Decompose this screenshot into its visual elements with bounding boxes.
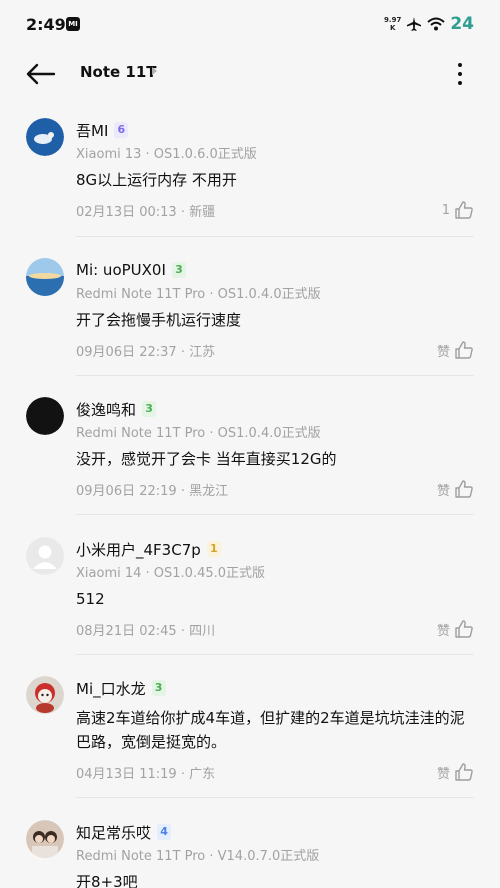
device-info: Redmi Note 11T Pro · OS1.0.4.0正式版 bbox=[76, 426, 321, 441]
level-badge: 1 bbox=[206, 541, 221, 557]
level-badge: 4 bbox=[157, 824, 172, 840]
comment-body: 知足常乐哎 4 Redmi Note 11T Pro · V14.0.7.0正式… bbox=[76, 820, 474, 888]
comment-text: 没开，感觉开了会卡 当年直接买12G的 bbox=[76, 450, 337, 468]
more-dot-icon bbox=[458, 63, 462, 67]
divider bbox=[76, 375, 474, 376]
divider bbox=[76, 514, 474, 515]
comment-body: 俊逸鸣和 3 Redmi Note 11T Pro · OS1.0.4.0正式版… bbox=[76, 397, 474, 499]
divider bbox=[76, 236, 474, 237]
like-button[interactable]: 赞 bbox=[437, 479, 474, 499]
comment-text: 512 bbox=[76, 590, 105, 608]
device-info: Redmi Note 11T Pro · V14.0.7.0正式版 bbox=[76, 849, 320, 864]
comment-body: 吾MI 6 Xiaomi 13 · OS1.0.6.0正式版 8G以上运行内存 … bbox=[76, 118, 474, 220]
arrow-left-icon bbox=[26, 63, 56, 85]
user-name[interactable]: 小米用户_4F3C7p bbox=[76, 539, 201, 560]
user-name[interactable]: 俊逸鸣和 bbox=[76, 399, 136, 420]
back-button[interactable] bbox=[24, 60, 58, 88]
divider bbox=[76, 797, 474, 798]
like-label: 赞 bbox=[436, 483, 450, 499]
airplane-icon bbox=[407, 17, 422, 31]
like-label: 赞 bbox=[436, 766, 450, 782]
thumbs-up-icon bbox=[455, 480, 473, 498]
status-bar: 2:49 MI 9.97 K 24 bbox=[0, 0, 500, 50]
user-name[interactable]: 吾MI bbox=[76, 120, 108, 141]
more-dot-icon bbox=[458, 81, 462, 85]
user-name[interactable]: Mi_口水龙 bbox=[76, 678, 146, 699]
divider bbox=[76, 654, 474, 655]
comment-text: 开8+3吧 bbox=[76, 873, 138, 888]
avatar-image bbox=[26, 258, 64, 296]
avatar[interactable] bbox=[26, 676, 64, 714]
comment-body: Mi_口水龙 3 高速2车道给你扩成4车道，但扩建的2车道是坑坑洼洼的泥巴路，宽… bbox=[76, 676, 474, 782]
avatar-image bbox=[26, 820, 64, 858]
level-badge: 3 bbox=[151, 680, 166, 696]
level-badge: 6 bbox=[114, 122, 129, 138]
user-line: 小米用户_4F3C7p 1 bbox=[76, 537, 474, 561]
device-info: Redmi Note 11T Pro · OS1.0.4.0正式版 bbox=[76, 287, 321, 302]
avatar[interactable] bbox=[26, 258, 64, 296]
comment-time-location: 09月06日 22:19 · 黑龙江 bbox=[76, 483, 229, 499]
comment-meta: 09月06日 22:37 · 江苏 赞 bbox=[76, 340, 474, 360]
user-line: Mi_口水龙 3 bbox=[76, 676, 474, 700]
comment-meta: 09月06日 22:19 · 黑龙江 赞 bbox=[76, 479, 474, 499]
status-time: 2:49 bbox=[26, 15, 66, 34]
like-button[interactable]: 赞 bbox=[437, 619, 474, 639]
default-avatar-icon bbox=[26, 537, 64, 575]
network-speed-value: 9.97 bbox=[384, 16, 402, 24]
user-line: 知足常乐哎 4 bbox=[76, 820, 474, 844]
comment-text: 高速2车道给你扩成4车道，但扩建的2车道是坑坑洼洼的泥巴路，宽倒是挺宽的。 bbox=[76, 709, 465, 751]
more-button[interactable] bbox=[450, 60, 470, 88]
avatar[interactable] bbox=[26, 397, 64, 435]
avatar-image bbox=[26, 676, 64, 714]
status-right: 9.97 K 24 bbox=[384, 14, 474, 34]
comment-text: 开了会拖慢手机运行速度 bbox=[76, 311, 242, 329]
like-button[interactable]: 1 bbox=[442, 200, 474, 220]
avatar[interactable] bbox=[26, 537, 64, 575]
thumbs-up-icon bbox=[455, 620, 473, 638]
user-name[interactable]: Mi: uoPUX0I bbox=[76, 261, 166, 279]
like-button[interactable]: 赞 bbox=[437, 340, 474, 360]
comment-body: Mi: uoPUX0I 3 Redmi Note 11T Pro · OS1.0… bbox=[76, 258, 474, 360]
page-header: Note 11T bbox=[0, 50, 500, 98]
user-line: 俊逸鸣和 3 bbox=[76, 397, 474, 421]
like-button[interactable]: 赞 bbox=[437, 762, 474, 782]
comment-meta: 02月13日 00:13 · 新疆 1 bbox=[76, 200, 474, 220]
network-speed-unit: K bbox=[389, 24, 396, 32]
thumbs-up-icon bbox=[455, 341, 473, 359]
comment-time-location: 04月13日 11:19 · 广东 bbox=[76, 766, 216, 782]
comment-time-location: 02月13日 00:13 · 新疆 bbox=[76, 204, 216, 220]
comment-time-location: 08月21日 02:45 · 四川 bbox=[76, 623, 216, 639]
level-badge: 3 bbox=[142, 401, 157, 417]
avatar[interactable] bbox=[26, 820, 64, 858]
comment-text: 8G以上运行内存 不用开 bbox=[76, 171, 237, 189]
network-speed: 9.97 K bbox=[384, 16, 401, 32]
comment-meta: 04月13日 11:19 · 广东 赞 bbox=[76, 762, 474, 782]
comment-time-location: 09月06日 22:37 · 江苏 bbox=[76, 344, 216, 360]
user-line: 吾MI 6 bbox=[76, 118, 474, 142]
battery-level: 24 bbox=[450, 14, 474, 34]
thumbs-up-icon bbox=[455, 201, 473, 219]
like-label: 赞 bbox=[436, 344, 450, 360]
device-info: Xiaomi 14 · OS1.0.45.0正式版 bbox=[76, 566, 266, 581]
thumbs-up-icon bbox=[455, 763, 473, 781]
user-line: Mi: uoPUX0I 3 bbox=[76, 258, 474, 282]
more-dot-icon bbox=[458, 72, 462, 76]
user-name[interactable]: 知足常乐哎 bbox=[76, 822, 151, 843]
notification-app-icon: MI bbox=[66, 17, 80, 31]
wifi-icon bbox=[427, 17, 445, 31]
comment-body: 小米用户_4F3C7p 1 Xiaomi 14 · OS1.0.45.0正式版 … bbox=[76, 537, 474, 639]
page-title[interactable]: Note 11T bbox=[80, 63, 157, 81]
like-count: 1 bbox=[441, 202, 450, 218]
avatar[interactable] bbox=[26, 118, 64, 156]
level-badge: 3 bbox=[171, 262, 186, 278]
avatar-image bbox=[26, 118, 64, 156]
chevron-right-icon bbox=[152, 67, 157, 75]
comment-meta: 08月21日 02:45 · 四川 赞 bbox=[76, 619, 474, 639]
avatar-image bbox=[26, 397, 64, 435]
device-info: Xiaomi 13 · OS1.0.6.0正式版 bbox=[76, 147, 257, 162]
like-label: 赞 bbox=[436, 623, 450, 639]
